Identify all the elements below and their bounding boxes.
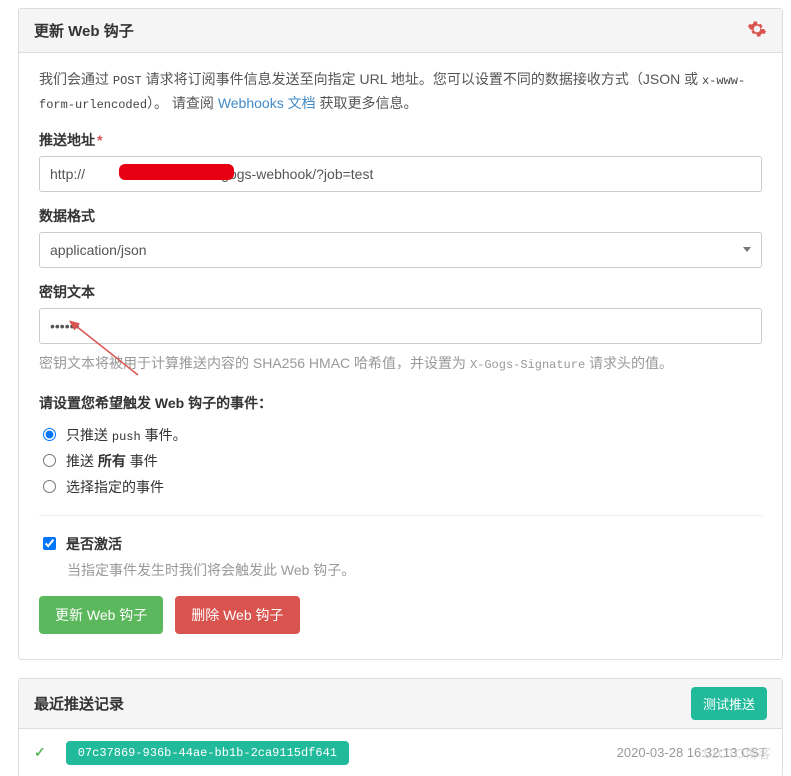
update-button[interactable]: 更新 Web 钩子 [39,596,163,634]
active-label: 是否激活 [66,534,122,554]
records-title: 最近推送记录 [34,693,124,714]
webhooks-doc-link[interactable]: Webhooks 文档 [218,95,316,111]
url-label: 推送地址* [39,130,762,150]
delete-button[interactable]: 删除 Web 钩子 [175,596,299,634]
format-value: application/json [50,242,147,258]
test-push-button[interactable]: 测试推送 [691,687,767,720]
format-select[interactable]: application/json [39,232,762,268]
secret-input[interactable] [39,308,762,344]
active-help: 当指定事件发生时我们将会触发此 Web 钩子。 [67,560,762,580]
gogs-icon [747,19,767,42]
active-checkbox[interactable] [43,537,56,550]
radio-all[interactable] [43,454,56,467]
redaction-mark [119,164,234,180]
webhook-panel: 更新 Web 钩子 我们会通过 POST 请求将订阅事件信息发送至向指定 URL… [18,8,783,660]
check-icon: ✓ [34,744,46,761]
panel-header: 更新 Web 钩子 [19,9,782,53]
radio-push-only[interactable] [43,428,56,441]
radio-all-label: 推送 所有 事件 [66,451,158,471]
secret-label: 密钥文本 [39,282,762,302]
watermark: 51CTO博客 [703,743,771,762]
records-panel: 最近推送记录 测试推送 ✓ 07c37869-936b-44ae-bb1b-2c… [18,678,783,776]
divider [39,515,762,516]
events-title: 请设置您希望触发 Web 钩子的事件： [39,393,762,413]
records-header: 最近推送记录 测试推送 [19,679,782,729]
record-row: ✓ 07c37869-936b-44ae-bb1b-2ca9115df641 2… [19,729,782,776]
secret-help: 密钥文本将被用于计算推送内容的 SHA256 HMAC 哈希值，并设置为 X-G… [39,352,762,375]
radio-custom[interactable] [43,480,56,493]
description: 我们会通过 POST 请求将订阅事件信息发送至向指定 URL 地址。您可以设置不… [39,68,762,116]
panel-body: 我们会通过 POST 请求将订阅事件信息发送至向指定 URL 地址。您可以设置不… [19,53,782,659]
radio-custom-label: 选择指定的事件 [66,477,164,497]
radio-push-only-label: 只推送 push 事件。 [66,425,187,445]
uuid-badge[interactable]: 07c37869-936b-44ae-bb1b-2ca9115df641 [66,741,349,765]
format-label: 数据格式 [39,206,762,226]
page-title: 更新 Web 钩子 [34,20,134,41]
chevron-down-icon [743,247,751,252]
